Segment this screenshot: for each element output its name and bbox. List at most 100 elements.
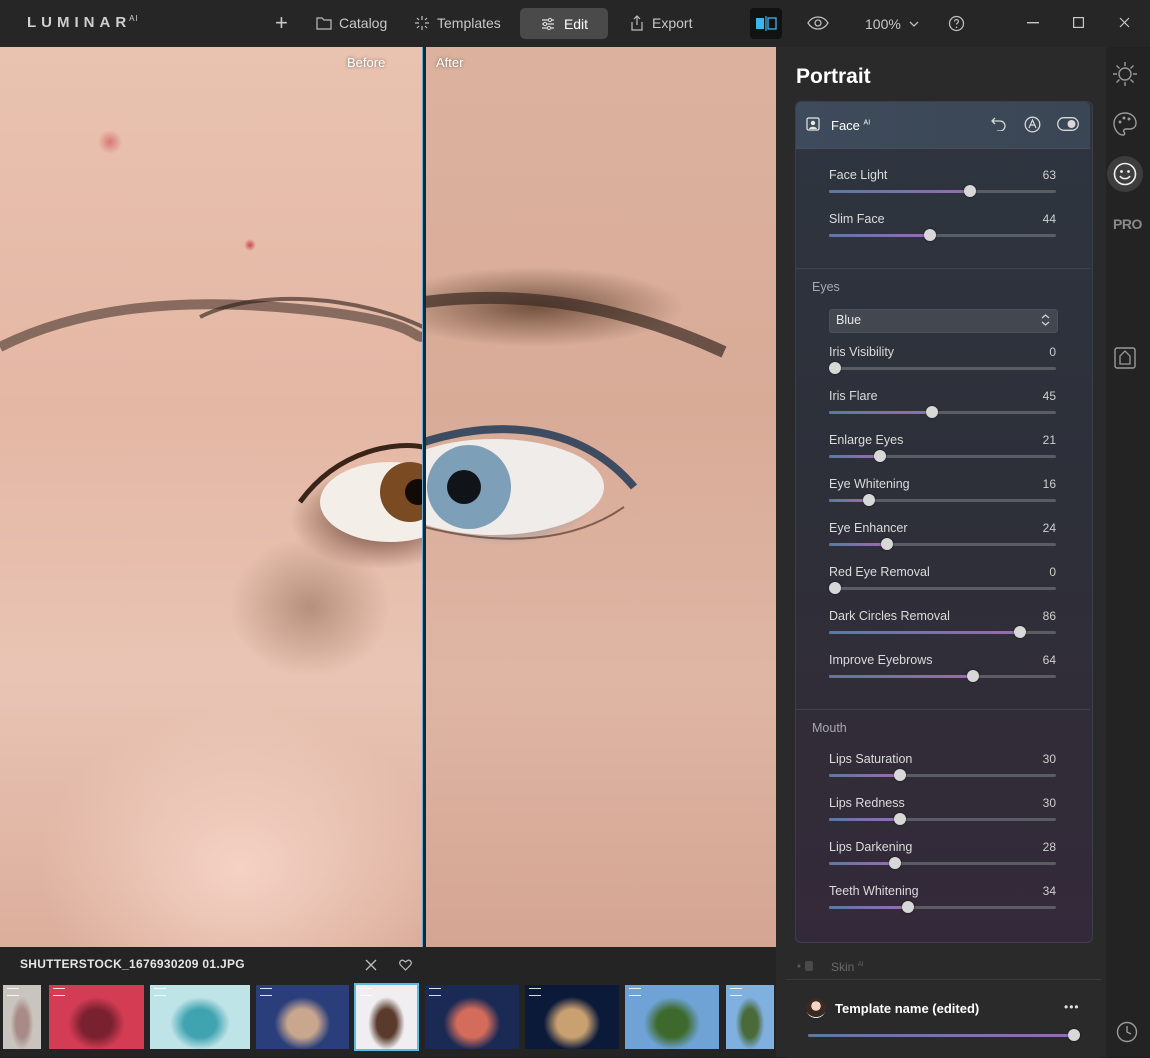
section-divider [796, 268, 1090, 269]
edit-label: Edit [563, 15, 589, 32]
share-icon [631, 15, 643, 31]
zoom-value: 100% [865, 16, 901, 32]
heart-icon[interactable] [399, 959, 412, 971]
compare-toggle-button[interactable] [750, 8, 782, 39]
filmstrip-thumbnail[interactable] [726, 985, 774, 1049]
file-name: SHUTTERSTOCK_1676930209 01.JPG [20, 957, 245, 971]
undo-icon[interactable] [991, 116, 1007, 131]
slider-label: Slim Face [829, 212, 885, 226]
filmstrip-thumbnail[interactable] [354, 983, 419, 1051]
slider-value: 63 [1042, 168, 1056, 182]
sliders-icon [541, 17, 554, 30]
slider-knob[interactable] [829, 362, 841, 374]
slider-fill [829, 234, 929, 237]
zoom-select[interactable]: 100% [865, 16, 919, 32]
edited-sliders-icon [730, 988, 742, 996]
template-avatar [806, 998, 826, 1018]
image-canvas[interactable]: Before After [0, 47, 776, 947]
slider-value: 44 [1042, 212, 1056, 226]
template-amount-knob[interactable] [1068, 1029, 1080, 1041]
filmstrip-thumbnail[interactable] [49, 985, 144, 1049]
slider-fill [829, 774, 898, 777]
filmstrip-thumbnail[interactable] [256, 985, 349, 1049]
split-divider-handle[interactable] [422, 47, 426, 947]
slider-knob[interactable] [893, 813, 906, 825]
export-button[interactable]: Export [629, 15, 692, 31]
catalog-label: Catalog [339, 15, 388, 31]
slider-knob[interactable] [902, 901, 915, 913]
edited-sliders-icon [260, 988, 272, 996]
slider-knob[interactable] [880, 538, 893, 550]
slider-label: Lips Darkening [829, 840, 913, 854]
templates-button[interactable]: Templates [414, 15, 501, 31]
mask-layer-icon[interactable] [1114, 347, 1136, 369]
slider-label: Teeth Whitening [829, 884, 919, 898]
sun-icon[interactable] [1112, 61, 1138, 87]
eyes-section-title: Eyes [812, 280, 840, 294]
close-icon[interactable] [365, 959, 377, 971]
slider-label: Eye Whitening [829, 477, 910, 491]
edited-sliders-icon [7, 988, 19, 996]
folder-icon [316, 17, 332, 30]
filmstrip-thumbnail[interactable] [625, 985, 719, 1049]
app-logo: LUMINARAI [27, 14, 139, 31]
portrait-icon [806, 117, 820, 131]
chevron-updown-icon [1041, 314, 1050, 326]
slider-label: Enlarge Eyes [829, 433, 904, 447]
catalog-button[interactable]: Catalog [316, 15, 387, 31]
slider-label: Red Eye Removal [829, 565, 930, 579]
face-ai-title: Face AI [831, 118, 871, 133]
more-options-button[interactable]: ••• [1064, 1000, 1080, 1014]
filmstrip-thumbnail[interactable] [425, 985, 519, 1049]
filmstrip-thumbnail[interactable] [150, 985, 250, 1049]
slider-label: Iris Flare [829, 389, 878, 403]
slider-track[interactable] [829, 367, 1056, 370]
help-icon[interactable] [948, 15, 965, 32]
edited-sliders-icon [360, 988, 372, 996]
slider-knob[interactable] [893, 769, 906, 781]
panel-title: Portrait [796, 65, 871, 88]
before-face-features [0, 296, 423, 542]
slider-knob[interactable] [925, 406, 938, 418]
skin-ai-label[interactable]: Skin AI [831, 960, 863, 974]
eye-color-select[interactable] [829, 309, 1058, 333]
slider-fill [829, 455, 877, 458]
slider-fill [829, 411, 932, 414]
mask-brush-icon[interactable] [1024, 116, 1041, 133]
palette-icon[interactable] [1112, 111, 1138, 137]
pro-tools-button[interactable]: PRO [1113, 216, 1142, 232]
close-icon[interactable] [1119, 17, 1130, 28]
slider-label: Improve Eyebrows [829, 653, 933, 667]
minimize-icon[interactable] [1027, 22, 1039, 24]
maximize-icon[interactable] [1073, 17, 1084, 28]
split-view-icon [756, 16, 777, 31]
before-image [0, 47, 423, 947]
filmstrip-thumbnail[interactable] [525, 985, 619, 1049]
filmstrip-thumbnail[interactable] [3, 985, 41, 1049]
slider-track[interactable] [829, 587, 1056, 590]
slider-knob[interactable] [829, 582, 841, 594]
skin-icon [797, 961, 813, 971]
templates-label: Templates [437, 15, 501, 31]
visibility-toggle-icon[interactable] [1057, 117, 1079, 131]
after-label: After [436, 55, 464, 70]
slider-knob[interactable] [966, 670, 979, 682]
slider-knob[interactable] [1013, 626, 1026, 638]
slider-label: Lips Saturation [829, 752, 913, 766]
template-name: Template name (edited) [835, 1001, 980, 1016]
eye-icon[interactable] [807, 15, 829, 31]
slider-label: Iris Visibility [829, 345, 895, 359]
sparkle-icon [415, 16, 429, 30]
edited-sliders-icon [154, 988, 166, 996]
history-icon[interactable] [1116, 1021, 1138, 1043]
edited-sliders-icon [53, 988, 65, 996]
slider-label: Eye Enhancer [829, 521, 908, 535]
slider-value: 24 [1042, 521, 1056, 535]
section-divider [796, 709, 1090, 710]
tool-rail [1106, 47, 1150, 1057]
edit-button[interactable]: Edit [520, 8, 608, 39]
edited-sliders-icon [629, 988, 641, 996]
slider-knob[interactable] [923, 229, 936, 241]
slider-fill [829, 499, 866, 502]
add-icon[interactable]: + [275, 12, 295, 34]
